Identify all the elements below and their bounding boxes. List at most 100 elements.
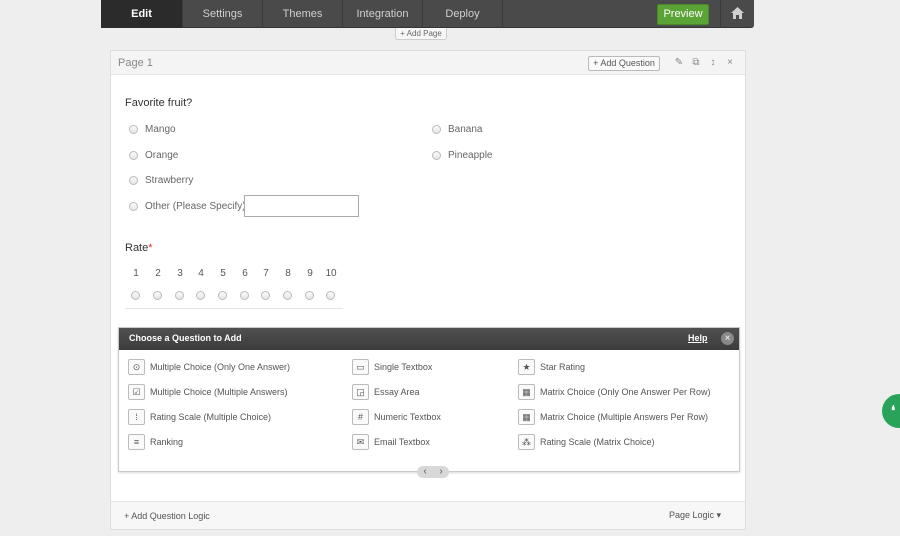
move-icon[interactable]: ↕ — [707, 56, 719, 70]
home-icon — [731, 7, 744, 19]
option-label: Strawberry — [145, 175, 194, 186]
option-pineapple[interactable]: Pineapple — [432, 150, 492, 161]
help-link[interactable]: Help — [688, 333, 708, 343]
pager-prev-icon[interactable]: ‹ — [423, 466, 426, 478]
rating-radio-4[interactable] — [196, 291, 205, 300]
option-orange[interactable]: Orange — [129, 150, 178, 161]
rating-radio-6[interactable] — [240, 291, 249, 300]
rating-radio-2[interactable] — [153, 291, 162, 300]
edit-icon[interactable]: ✎ — [673, 56, 685, 70]
rating-radio-8[interactable] — [283, 291, 292, 300]
textbox-icon: ▭ — [352, 359, 369, 375]
rating-scale-icon: ⁞ — [128, 409, 145, 425]
rating-radio-9[interactable] — [305, 291, 314, 300]
question-title-text: Rate — [125, 242, 149, 254]
add-question-button[interactable]: + Add Question — [588, 56, 660, 71]
radio-button[interactable] — [432, 125, 441, 134]
rating-radio-5[interactable] — [218, 291, 227, 300]
option-mango[interactable]: Mango — [129, 124, 176, 135]
qtype-email-textbox[interactable]: ✉ Email Textbox — [352, 434, 430, 450]
chooser-close-button[interactable]: × — [721, 332, 734, 345]
chooser-pager: ‹ › — [417, 466, 449, 478]
qtype-matrix-multi[interactable]: ▦ Matrix Choice (Multiple Answers Per Ro… — [518, 409, 708, 425]
page-footer: + Add Question Logic Page Logic ▾ — [111, 501, 745, 529]
tab-integration[interactable]: Integration — [343, 0, 423, 28]
rating-radio-3[interactable] — [175, 291, 184, 300]
qtype-label: Multiple Choice (Multiple Answers) — [150, 387, 288, 397]
qtype-label: Rating Scale (Matrix Choice) — [540, 437, 655, 447]
qtype-single-textbox[interactable]: ▭ Single Textbox — [352, 359, 432, 375]
qtype-numeric-textbox[interactable]: # Numeric Textbox — [352, 409, 441, 425]
preview-button[interactable]: Preview — [657, 4, 709, 25]
copy-icon[interactable]: ⧉ — [690, 56, 702, 70]
scale-label: 10 — [325, 268, 337, 279]
qtype-label: Numeric Textbox — [374, 412, 441, 422]
home-button[interactable] — [720, 0, 754, 28]
qtype-label: Ranking — [150, 437, 184, 447]
option-label: Banana — [448, 124, 483, 135]
question-type-chooser: Choose a Question to Add Help × ⊙ Multip… — [118, 327, 740, 478]
radio-button[interactable] — [432, 151, 441, 160]
qtype-matrix-one[interactable]: ▦ Matrix Choice (Only One Answer Per Row… — [518, 384, 711, 400]
question-title: Favorite fruit? — [125, 97, 193, 109]
qtype-label: Matrix Choice (Only One Answer Per Row) — [540, 387, 711, 397]
option-label: Pineapple — [448, 150, 493, 161]
option-banana[interactable]: Banana — [432, 124, 482, 135]
scale-label: 3 — [177, 268, 183, 279]
add-question-logic-link[interactable]: + Add Question Logic — [124, 511, 210, 521]
radio-button[interactable] — [129, 151, 138, 160]
feedback-button[interactable]: ❛ — [882, 394, 900, 428]
radio-button[interactable] — [129, 125, 138, 134]
qtype-multiple-choice-multi[interactable]: ☑ Multiple Choice (Multiple Answers) — [128, 384, 288, 400]
qtype-label: Essay Area — [374, 387, 420, 397]
scale-label: 8 — [285, 268, 291, 279]
required-mark: * — [148, 242, 153, 254]
tab-themes[interactable]: Themes — [263, 0, 343, 28]
scale-label: 7 — [263, 268, 269, 279]
qtype-label: Rating Scale (Multiple Choice) — [150, 412, 272, 422]
qtype-star-rating[interactable]: ★ Star Rating — [518, 359, 585, 375]
page-logic-dropdown[interactable]: Page Logic ▾ — [669, 510, 721, 521]
tab-settings[interactable]: Settings — [183, 0, 263, 28]
essay-icon: ◲ — [352, 384, 369, 400]
option-label: Orange — [145, 150, 179, 161]
rating-radio-1[interactable] — [131, 291, 140, 300]
ranking-icon: ≡ — [128, 434, 145, 450]
scale-label: 2 — [155, 268, 161, 279]
scale-label: 5 — [220, 268, 226, 279]
option-strawberry[interactable]: Strawberry — [129, 175, 193, 186]
radio-button[interactable] — [129, 202, 138, 211]
numeric-icon: # — [352, 409, 369, 425]
email-icon: ✉ — [352, 434, 369, 450]
rating-radio-7[interactable] — [261, 291, 270, 300]
close-icon[interactable]: × — [724, 56, 736, 70]
qtype-rating-scale[interactable]: ⁞ Rating Scale (Multiple Choice) — [128, 409, 271, 425]
qtype-label: Email Textbox — [374, 437, 430, 447]
tab-deploy[interactable]: Deploy — [423, 0, 503, 28]
page-header: Page 1 + Add Question ✎ ⧉ ↕ × — [111, 51, 745, 75]
scale-label: 4 — [198, 268, 204, 279]
rating-matrix-icon: ⁂ — [518, 434, 535, 450]
radio-button[interactable] — [129, 176, 138, 185]
tab-edit[interactable]: Edit — [101, 0, 183, 28]
option-label: Other (Please Specify) — [145, 201, 246, 212]
matrix-multi-icon: ▦ — [518, 409, 535, 425]
chooser-title: Choose a Question to Add — [129, 333, 242, 343]
rating-radio-10[interactable] — [326, 291, 335, 300]
pager-next-icon[interactable]: › — [439, 466, 442, 478]
qtype-essay-area[interactable]: ◲ Essay Area — [352, 384, 420, 400]
qtype-ranking[interactable]: ≡ Ranking — [128, 434, 183, 450]
qtype-rating-matrix[interactable]: ⁂ Rating Scale (Matrix Choice) — [518, 434, 655, 450]
qtype-label: Star Rating — [540, 362, 586, 372]
page-panel: Page 1 + Add Question ✎ ⧉ ↕ × Favorite f… — [110, 50, 746, 530]
page-title: Page 1 — [118, 57, 153, 69]
top-nav: Edit Settings Themes Integration Deploy … — [101, 0, 754, 28]
checkbox-icon: ☑ — [128, 384, 145, 400]
question-title: Rate* — [125, 242, 153, 254]
qtype-label: Matrix Choice (Multiple Answers Per Row) — [540, 412, 709, 422]
option-other[interactable]: Other (Please Specify) — [129, 201, 246, 212]
add-page-button[interactable]: + Add Page — [395, 28, 447, 40]
qtype-multiple-choice-one[interactable]: ⊙ Multiple Choice (Only One Answer) — [128, 359, 290, 375]
option-label: Mango — [145, 124, 176, 135]
other-specify-input[interactable] — [244, 195, 359, 217]
